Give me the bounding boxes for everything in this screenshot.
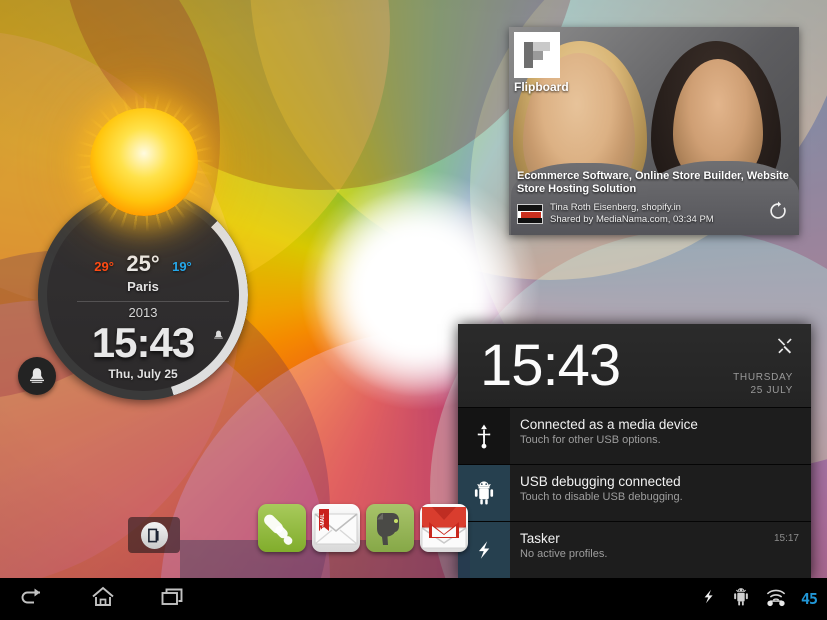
bell-icon xyxy=(30,368,44,383)
recents-button[interactable] xyxy=(160,586,186,613)
recent-apps-icon xyxy=(161,588,183,605)
usb-icon xyxy=(458,408,510,464)
article-author: Tina Roth Eisenberg, shopify.in xyxy=(550,202,681,213)
dock-app-email[interactable]: E-MAIL xyxy=(312,504,360,552)
battery-percent[interactable]: 45 xyxy=(801,590,818,608)
notification-header: 15:43 THURSDAY 25 JULY xyxy=(458,324,811,408)
clock-year: 2013 xyxy=(128,305,158,320)
dock-app-gmail[interactable] xyxy=(420,504,468,552)
notification-time: 15:17 xyxy=(773,533,799,544)
back-arrow-icon xyxy=(21,588,40,603)
bell-shortcut[interactable] xyxy=(18,357,56,395)
wifi-headset-icon xyxy=(766,589,786,606)
notification-text-block: USB debugging connected Touch to disable… xyxy=(510,465,811,521)
notification-title: Tasker xyxy=(520,531,560,546)
sun-icon xyxy=(90,108,198,216)
notification-title: USB debugging connected xyxy=(520,474,681,489)
article-thumbnail xyxy=(517,204,543,224)
dock-app-evernote[interactable] xyxy=(366,504,414,552)
article-shared-by: Shared by MediaNama.com, 03:34 PM xyxy=(550,214,714,225)
wrench-settings-icon[interactable] xyxy=(775,336,795,361)
wifi-headset-status[interactable] xyxy=(765,587,787,612)
feedly-icon xyxy=(264,514,293,545)
notification-item[interactable]: Connected as a media device Touch for ot… xyxy=(458,408,811,465)
usb-debug-status[interactable] xyxy=(731,587,751,612)
weather-clock-widget[interactable]: 29° 25° 19° Paris 2013 15:43 Thu, July 2… xyxy=(38,92,248,400)
back-button[interactable] xyxy=(18,586,46,613)
weather-city: Paris xyxy=(127,279,159,294)
home-button[interactable] xyxy=(90,585,116,614)
dock-app-feedly[interactable] xyxy=(258,504,306,552)
clock-date: Thu, July 25 xyxy=(108,367,178,381)
apps-grid-icon xyxy=(140,521,168,549)
notification-subtitle: Touch for other USB options. xyxy=(520,434,661,446)
app-tray-button[interactable] xyxy=(128,517,180,553)
svg-text:E-MAIL: E-MAIL xyxy=(320,513,326,530)
notification-subtitle: Touch to disable USB debugging. xyxy=(520,491,683,503)
notification-item[interactable]: USB debugging connected Touch to disable… xyxy=(458,465,811,522)
temp-low: 19° xyxy=(172,259,192,274)
evernote-elephant-icon xyxy=(377,513,399,545)
clock-time: 15:43 xyxy=(91,319,195,366)
notification-subtitle: No active profiles. xyxy=(520,548,608,560)
android-robot-icon xyxy=(734,587,748,606)
flipboard-headline[interactable]: Ecommerce Software, Online Store Builder… xyxy=(517,170,791,196)
flipboard-article-meta: Tina Roth Eisenberg, shopify.in Shared b… xyxy=(517,202,714,226)
gmail-envelope-icon xyxy=(421,507,467,549)
panel-date: 25 JULY xyxy=(750,385,793,396)
tasker-status[interactable] xyxy=(700,587,717,611)
dock-app-row: E-MAIL xyxy=(258,504,468,552)
flipboard-logo-icon xyxy=(514,32,560,78)
refresh-icon[interactable] xyxy=(767,200,789,227)
panel-day: THURSDAY xyxy=(733,372,793,383)
flipboard-widget[interactable]: Flipboard Ecommerce Software, Online Sto… xyxy=(509,27,799,235)
notification-text-block: Tasker No active profiles. 15:17 xyxy=(510,522,811,578)
panel-clock: 15:43 xyxy=(480,333,621,398)
lightning-bolt-icon xyxy=(704,589,713,604)
email-envelope-icon: E-MAIL xyxy=(314,509,358,545)
system-navigation-bar: 45 xyxy=(0,578,827,620)
alarm-bell-icon xyxy=(212,329,225,345)
temp-high: 29° xyxy=(94,259,114,274)
home-icon xyxy=(92,586,114,606)
notification-item[interactable]: Tasker No active profiles. 15:17 xyxy=(458,522,811,579)
flipboard-brand-label: Flipboard xyxy=(514,80,569,94)
notification-text-block: Connected as a media device Touch for ot… xyxy=(510,408,811,464)
notification-panel[interactable]: 15:43 THURSDAY 25 JULY Connected as a me… xyxy=(458,324,811,580)
temperature-row: 29° 25° 19° xyxy=(47,251,239,277)
temp-current: 25° xyxy=(126,251,160,276)
notification-title: Connected as a media device xyxy=(520,417,698,432)
widget-divider xyxy=(77,301,229,302)
